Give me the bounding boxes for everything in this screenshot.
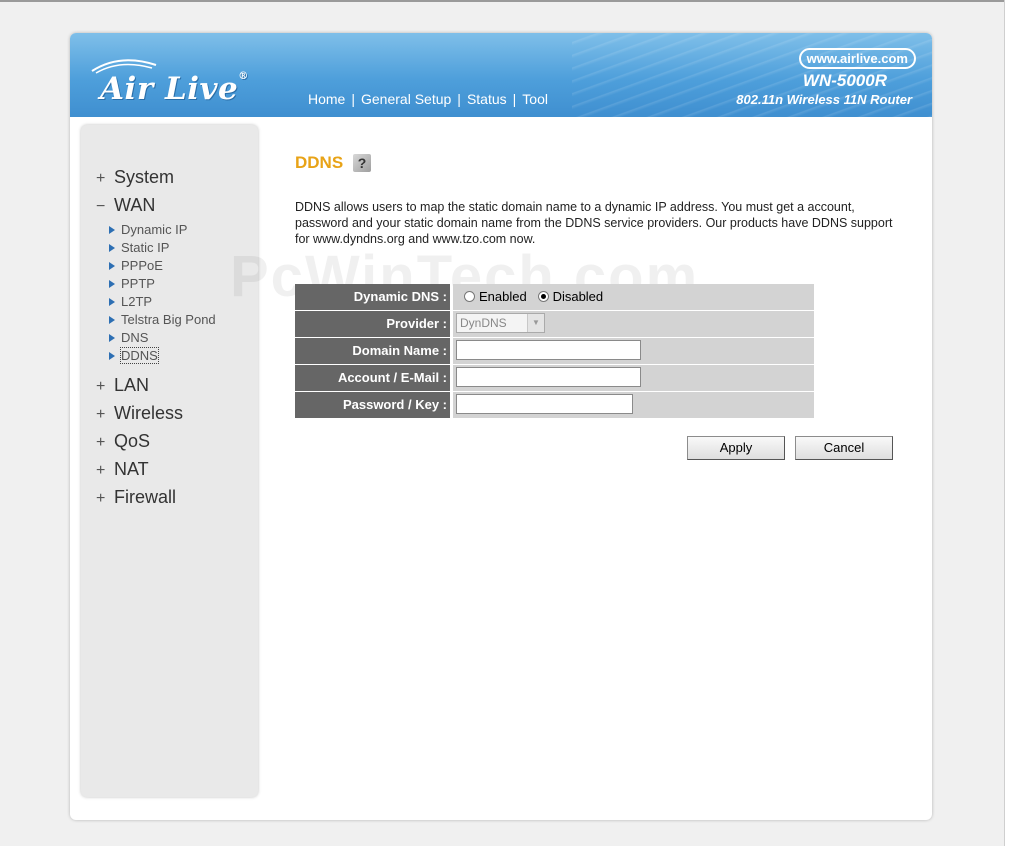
provider-selected-value: DynDNS (460, 316, 507, 330)
sidebar-subitem-ddns[interactable]: DDNS (109, 347, 159, 364)
provider-label: Provider : (295, 311, 450, 337)
sidebar-item-lan[interactable]: + LAN (96, 375, 149, 396)
product-subtitle: 802.11n Wireless 11N Router (736, 92, 912, 107)
arrow-right-icon (109, 315, 115, 324)
arrow-right-icon (109, 333, 115, 342)
password-key-row: Password / Key : (295, 392, 814, 418)
nav-separator: | (457, 91, 461, 107)
header-banner: Air Live® Home | General Setup | Status | Tool… (70, 33, 932, 117)
sidebar-subitem-dynamic-ip[interactable]: Dynamic IP (109, 222, 187, 237)
account-email-input[interactable] (456, 367, 641, 387)
dynamic-dns-row: Dynamic DNS : Enabled Disabled (295, 284, 814, 310)
help-icon[interactable]: ? (353, 154, 371, 172)
sidebar-subitem-label: PPPoE (121, 258, 163, 273)
sidebar-subitem-label: Telstra Big Pond (121, 312, 216, 327)
sidebar-menu: + System − WAN Dynamic IP Static IP PPPoE … (81, 125, 258, 797)
arrow-right-icon (109, 243, 115, 252)
enabled-radio[interactable] (464, 291, 475, 303)
sidebar-subitem-l2tp[interactable]: L2TP (109, 294, 152, 309)
dynamic-dns-radio-group: Enabled Disabled (464, 289, 603, 304)
sidebar-item-nat[interactable]: + NAT (96, 459, 149, 480)
expand-icon: + (96, 434, 106, 451)
apply-button[interactable]: Apply (687, 436, 785, 460)
nav-tool[interactable]: Tool (522, 91, 548, 107)
sidebar-item-wireless[interactable]: + Wireless (96, 403, 183, 424)
arrow-right-icon (109, 279, 115, 288)
domain-name-field (453, 338, 814, 364)
collapse-icon: − (96, 198, 106, 215)
sidebar-item-qos[interactable]: + QoS (96, 431, 150, 452)
window-top-border (0, 0, 1022, 2)
sidebar-item-label: Firewall (114, 487, 177, 507)
sidebar-item-firewall[interactable]: + Firewall (96, 487, 176, 508)
expand-icon: + (96, 462, 106, 479)
sidebar-subitem-telstra-big-pond[interactable]: Telstra Big Pond (109, 312, 216, 327)
provider-select[interactable]: DynDNS ▼ (456, 313, 545, 333)
page-title: DDNS (295, 153, 344, 172)
arrow-right-icon (109, 261, 115, 270)
dynamic-dns-label: Dynamic DNS : (295, 284, 450, 310)
sidebar-subitem-pptp[interactable]: PPTP (109, 276, 155, 291)
expand-icon: + (96, 406, 106, 423)
domain-name-label: Domain Name : (295, 338, 450, 364)
sidebar-item-label: QoS (114, 431, 151, 451)
password-key-field (453, 392, 814, 418)
sidebar-subitem-pppoe[interactable]: PPPoE (109, 258, 163, 273)
expand-icon: + (96, 170, 106, 187)
expand-icon: + (96, 490, 106, 507)
logo-text: Air Live (100, 71, 239, 107)
nav-general-setup[interactable]: General Setup (361, 91, 451, 107)
page-description: DDNS allows users to map the static doma… (295, 200, 893, 246)
sidebar-subitem-label-active: DDNS (120, 347, 159, 364)
nav-separator: | (351, 91, 355, 107)
domain-name-row: Domain Name : (295, 338, 814, 364)
nav-home[interactable]: Home (308, 91, 345, 107)
vertical-scrollbar[interactable] (1004, 0, 1022, 846)
website-link[interactable]: www.airlive.com (798, 48, 916, 69)
sidebar-item-label: WAN (114, 195, 156, 215)
router-admin-panel: Air Live® Home | General Setup | Status | Tool… (70, 33, 932, 820)
nav-status[interactable]: Status (467, 91, 507, 107)
sidebar-subitem-static-ip[interactable]: Static IP (109, 240, 169, 255)
nav-separator: | (512, 91, 517, 107)
airlive-logo[interactable]: Air Live® (100, 71, 249, 107)
sidebar-subitem-label: L2TP (121, 294, 153, 309)
top-navigation: Home | General Setup | Status | Tool (308, 91, 548, 107)
password-key-label: Password / Key : (295, 392, 450, 418)
arrow-right-icon (109, 297, 115, 306)
sidebar-item-label: Wireless (114, 403, 184, 423)
password-key-input[interactable] (456, 394, 633, 414)
sidebar-item-label: System (114, 167, 175, 187)
disabled-radio-label[interactable]: Disabled (553, 289, 604, 304)
sidebar-subitem-label: PPTP (121, 276, 155, 291)
sidebar-item-label: NAT (114, 459, 149, 479)
sidebar-subitem-label: DNS (121, 330, 149, 345)
enabled-radio-label[interactable]: Enabled (479, 289, 527, 304)
logo-registered-mark: ® (238, 71, 249, 82)
dynamic-dns-field: Enabled Disabled (453, 284, 814, 310)
cancel-button[interactable]: Cancel (795, 436, 893, 460)
provider-row: Provider : DynDNS ▼ (295, 311, 814, 337)
account-email-field (453, 365, 814, 391)
account-email-row: Account / E-Mail : (295, 365, 814, 391)
provider-field: DynDNS ▼ (453, 311, 814, 337)
arrow-right-icon (109, 225, 115, 234)
sidebar-item-system[interactable]: + System (96, 167, 174, 188)
sidebar-item-wan[interactable]: − WAN (96, 195, 155, 216)
sidebar-item-label: LAN (114, 375, 150, 395)
model-name: WN-5000R (802, 71, 887, 90)
expand-icon: + (96, 378, 106, 395)
sidebar-subitem-label: Static IP (121, 240, 170, 255)
arrow-right-icon (109, 351, 115, 360)
disabled-radio[interactable] (537, 291, 549, 303)
chevron-down-icon[interactable]: ▼ (527, 314, 544, 332)
domain-name-input[interactable] (456, 340, 641, 360)
account-email-label: Account / E-Mail : (295, 365, 450, 391)
sidebar-subitem-label: Dynamic IP (121, 222, 188, 237)
sidebar-subitem-dns[interactable]: DNS (109, 330, 148, 345)
